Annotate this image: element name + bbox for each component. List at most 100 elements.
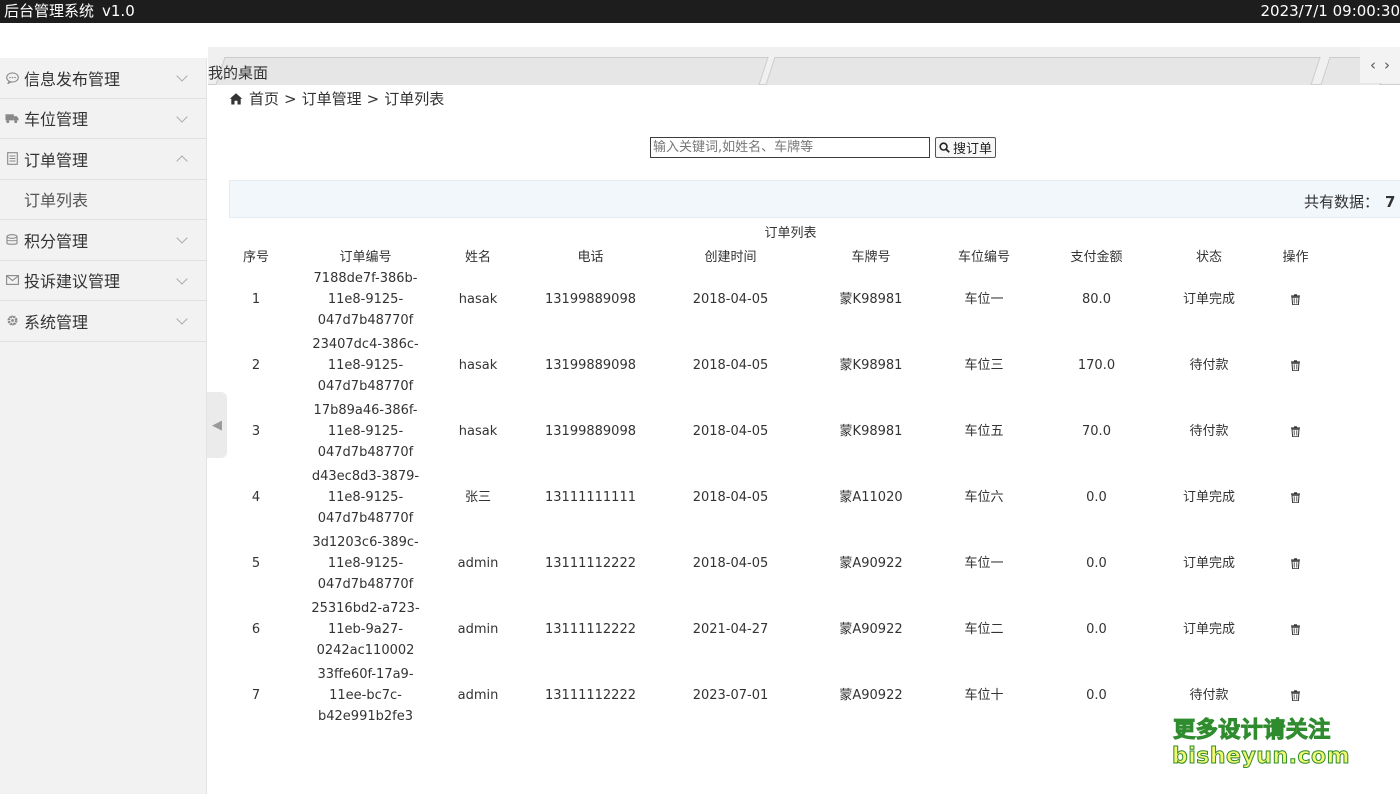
table-cell-name: admin [457, 621, 499, 637]
table-row: 5 3d1203c6-389c- 11e8-9125- 047d7b48770f adm… [229, 530, 1352, 596]
order-number-line: 7188de7f-386b- [313, 270, 418, 286]
trash-icon[interactable] [1290, 425, 1301, 437]
tab-scroll-controls: ‹ › [1360, 47, 1400, 83]
column-header: 支付金额 [1070, 249, 1123, 265]
column-header: 状态 [1195, 249, 1222, 265]
order-number-line: b42e991b2fe3 [318, 708, 413, 724]
sidebar-item-label: 订单管理 [24, 150, 89, 170]
table-cell-amount: 80.0 [1082, 291, 1111, 307]
search-orders-button[interactable]: 搜订单 [935, 137, 996, 158]
order-number-line: d43ec8d3-3879- [311, 468, 420, 484]
sidebar-item-points[interactable]: 积分管理 [0, 220, 206, 261]
trash-icon[interactable] [1290, 293, 1301, 305]
order-number-line: 11e8-9125- [327, 357, 404, 373]
tab-bar: 我的桌面 ‹ › [208, 47, 1400, 85]
table-cell-actions [1239, 596, 1352, 662]
trash-icon[interactable] [1290, 359, 1301, 371]
table-cell-status: 待付款 [1189, 357, 1229, 373]
sidebar-subitem-order-list[interactable]: 订单列表 [0, 179, 206, 220]
table-cell-index: 7 [251, 687, 261, 703]
table-cell-plate: 蒙K98981 [839, 291, 903, 307]
app-version: v1.0 [102, 2, 135, 20]
table-row: 1 7188de7f-386b- 11e8-9125- 047d7b48770f has… [229, 266, 1352, 332]
database-icon [5, 233, 19, 247]
table-cell-order-no: 33ffe60f-17a9- 11ee-bc7c-b42e991b2fe3 [283, 662, 448, 728]
truck-icon [5, 111, 19, 125]
sidebar-item-system[interactable]: 系统管理 [0, 301, 206, 342]
column-header: 序号 [242, 249, 269, 265]
trash-icon[interactable] [1290, 491, 1301, 503]
table-cell-actions [1239, 464, 1352, 530]
table-cell-spot: 车位一 [964, 555, 1004, 571]
table-cell-name: admin [457, 555, 499, 571]
column-header: 创建时间 [704, 249, 757, 265]
gear-icon [5, 314, 19, 328]
sidebar-item-orders[interactable]: 订单管理 [0, 139, 206, 180]
chevron-left-icon[interactable]: ‹ [1370, 56, 1376, 74]
table-cell-name: 张三 [464, 489, 491, 505]
breadcrumb-order-management[interactable]: 订单管理 [302, 88, 362, 109]
order-number-line: 25316bd2-a723- [311, 600, 420, 616]
top-bar: 后台管理系统 v1.0 2023/7/1 09:00:30 [0, 0, 1400, 23]
trash-icon[interactable] [1290, 689, 1301, 701]
table-row: 3 17b89a46-386f- 11e8-9125- 047d7b48770f has… [229, 398, 1352, 464]
chevron-down-icon [176, 232, 188, 244]
search-input[interactable] [650, 137, 930, 158]
table-cell-status: 待付款 [1189, 423, 1229, 439]
comment-icon [5, 71, 19, 85]
order-number-line: 17b89a46-386f- [313, 402, 418, 418]
table-cell-phone: 13199889098 [545, 423, 636, 439]
sidebar-item-info-publish[interactable]: 信息发布管理 [0, 58, 206, 99]
table-cell-phone: 13111112222 [545, 555, 636, 571]
watermark: 更多设计请关注 bisheyun.com [1172, 718, 1351, 770]
table-cell-index: 5 [251, 555, 261, 571]
sidebar-collapse-handle[interactable]: ◀ [207, 392, 227, 458]
app-title: 后台管理系统 v1.0 [4, 0, 135, 23]
table-cell-plate: 蒙K98981 [839, 423, 903, 439]
table-cell-amount: 0.0 [1086, 489, 1107, 505]
table-cell-name: admin [457, 687, 499, 703]
record-count: 共有数据： 7 条 [1304, 191, 1400, 212]
table-cell-created: 2018-04-05 [692, 423, 769, 439]
tab-my-desktop[interactable]: 我的桌面 [208, 62, 268, 83]
table-cell-spot: 车位五 [964, 423, 1004, 439]
order-number-line: 11e8-9125- [327, 555, 404, 571]
sidebar-item-label: 信息发布管理 [24, 69, 121, 89]
breadcrumb-home[interactable]: 首页 [249, 88, 279, 109]
sidebar-item-label: 投诉建议管理 [24, 272, 121, 292]
chevron-down-icon [176, 313, 188, 325]
trash-icon[interactable] [1290, 557, 1301, 569]
column-header: 车位编号 [957, 249, 1010, 265]
record-count-label: 共有数据： [1304, 193, 1380, 211]
order-number-line: 11e8-9125- [327, 489, 404, 505]
breadcrumb: 首页 > 订单管理 > 订单列表 [229, 88, 444, 109]
table-cell-name: hasak [458, 423, 498, 439]
column-header: 姓名 [464, 249, 491, 265]
column-header: 车牌号 [851, 249, 891, 265]
table-cell-spot: 车位一 [964, 291, 1004, 307]
order-number-line: 047d7b48770f [317, 444, 414, 460]
order-number-line: 0242ac110002 [316, 642, 415, 658]
sidebar-item-complaints[interactable]: 投诉建议管理 [0, 261, 206, 301]
table-cell-phone: 13111112222 [545, 687, 636, 703]
chevron-right-icon[interactable]: › [1384, 56, 1390, 74]
sidebar-item-parking[interactable]: 车位管理 [0, 99, 206, 139]
table-cell-index: 6 [251, 621, 261, 637]
tab-shape [765, 57, 1321, 85]
clock-datetime: 2023/7/1 09:00:30 [1260, 2, 1400, 20]
order-number-line: 23407dc4-386c- [312, 336, 419, 352]
table-cell-phone: 13199889098 [545, 291, 636, 307]
trash-icon[interactable] [1290, 623, 1301, 635]
table-cell-order-no: 25316bd2-a723- 11eb-9a27- 0242ac110002 [283, 596, 448, 662]
order-number-line: 33ffe60f-17a9- [317, 666, 414, 682]
breadcrumb-current: 订单列表 [384, 90, 445, 108]
chevron-up-icon [176, 155, 188, 167]
summary-bar: 共有数据： 7 条 [229, 180, 1400, 218]
table-cell-amount: 70.0 [1082, 423, 1111, 439]
order-number-line: 3d1203c6-389c- [312, 534, 419, 550]
table-cell-amount: 0.0 [1086, 687, 1107, 703]
table-body: 1 7188de7f-386b- 11e8-9125- 047d7b48770f has… [229, 266, 1352, 728]
envelope-icon [5, 273, 19, 287]
table-cell-phone: 13111111111 [545, 489, 636, 505]
table-cell-order-no: d43ec8d3-3879- 11e8-9125- 047d7b48770f [283, 464, 448, 530]
